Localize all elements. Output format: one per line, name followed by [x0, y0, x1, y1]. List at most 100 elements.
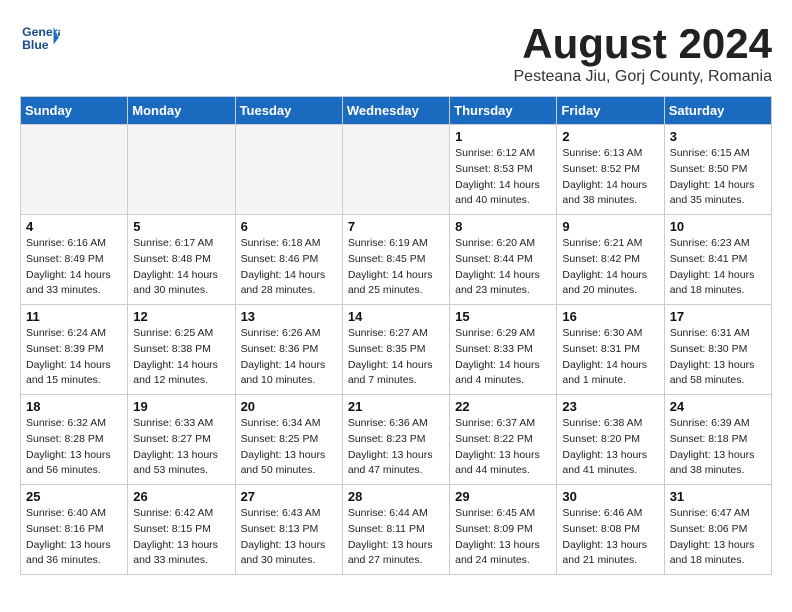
day-info: Sunrise: 6:29 AM Sunset: 8:33 PM Dayligh… — [455, 326, 551, 389]
day-number: 22 — [455, 399, 551, 414]
day-number: 14 — [348, 309, 444, 324]
day-number: 20 — [241, 399, 337, 414]
day-info: Sunrise: 6:12 AM Sunset: 8:53 PM Dayligh… — [455, 146, 551, 209]
calendar-cell: 10Sunrise: 6:23 AM Sunset: 8:41 PM Dayli… — [664, 215, 771, 305]
calendar-cell — [342, 125, 449, 215]
day-info: Sunrise: 6:20 AM Sunset: 8:44 PM Dayligh… — [455, 236, 551, 299]
calendar-cell: 22 Sunrise: 6:37 AM Sunset: 8:22 PM Dayli… — [450, 395, 557, 485]
calendar-day-header: Saturday — [664, 97, 771, 125]
calendar-cell: 25 Sunrise: 6:40 AM Sunset: 8:16 PM Dayli… — [21, 485, 128, 575]
calendar-body: 1Sunrise: 6:12 AM Sunset: 8:53 PM Daylig… — [21, 125, 772, 575]
calendar-cell: 27Sunrise: 6:43 AM Sunset: 8:13 PM Dayli… — [235, 485, 342, 575]
calendar-day-header: Tuesday — [235, 97, 342, 125]
day-number: 17 — [670, 309, 766, 324]
logo-icon: General Blue — [20, 20, 60, 55]
day-info: Sunrise: 6:27 AM Sunset: 8:35 PM Dayligh… — [348, 326, 444, 389]
calendar-cell: 11Sunrise: 6:24 AM Sunset: 8:39 PM Dayli… — [21, 305, 128, 395]
calendar-day-header: Thursday — [450, 97, 557, 125]
calendar-cell: 15 Sunrise: 6:29 AM Sunset: 8:33 PM Dayli… — [450, 305, 557, 395]
calendar-cell: 13 Sunrise: 6:26 AM Sunset: 8:36 PM Dayli… — [235, 305, 342, 395]
day-info: Sunrise: 6:34 AM Sunset: 8:25 PM Dayligh… — [241, 416, 337, 479]
day-number: 7 — [348, 219, 444, 234]
calendar-cell: 28 Sunrise: 6:44 AM Sunset: 8:11 PM Dayli… — [342, 485, 449, 575]
day-number: 3 — [670, 129, 766, 144]
day-info: Sunrise: 6:46 AM Sunset: 8:08 PM Dayligh… — [562, 506, 658, 569]
calendar-cell: 19Sunrise: 6:33 AM Sunset: 8:27 PM Dayli… — [128, 395, 235, 485]
calendar-cell: 2Sunrise: 6:13 AM Sunset: 8:52 PM Daylig… — [557, 125, 664, 215]
day-info: Sunrise: 6:31 AM Sunset: 8:30 PM Dayligh… — [670, 326, 766, 389]
day-number: 23 — [562, 399, 658, 414]
day-number: 13 — [241, 309, 337, 324]
day-info: Sunrise: 6:42 AM Sunset: 8:15 PM Dayligh… — [133, 506, 229, 569]
calendar-week-row: 4 Sunrise: 6:16 AM Sunset: 8:49 PM Daylig… — [21, 215, 772, 305]
day-number: 4 — [26, 219, 122, 234]
day-info: Sunrise: 6:16 AM Sunset: 8:49 PM Dayligh… — [26, 236, 122, 299]
calendar-day-header: Friday — [557, 97, 664, 125]
day-info: Sunrise: 6:25 AM Sunset: 8:38 PM Dayligh… — [133, 326, 229, 389]
calendar-cell: 14 Sunrise: 6:27 AM Sunset: 8:35 PM Dayli… — [342, 305, 449, 395]
calendar-cell: 18Sunrise: 6:32 AM Sunset: 8:28 PM Dayli… — [21, 395, 128, 485]
day-number: 16 — [562, 309, 658, 324]
day-number: 21 — [348, 399, 444, 414]
day-info: Sunrise: 6:24 AM Sunset: 8:39 PM Dayligh… — [26, 326, 122, 389]
day-number: 31 — [670, 489, 766, 504]
calendar-cell: 5 Sunrise: 6:17 AM Sunset: 8:48 PM Daylig… — [128, 215, 235, 305]
day-number: 28 — [348, 489, 444, 504]
title-block: August 2024 Pesteana Jiu, Gorj County, R… — [514, 20, 773, 86]
calendar-cell — [235, 125, 342, 215]
calendar-week-row: 25 Sunrise: 6:40 AM Sunset: 8:16 PM Dayli… — [21, 485, 772, 575]
calendar-cell: 7 Sunrise: 6:19 AM Sunset: 8:45 PM Daylig… — [342, 215, 449, 305]
day-info: Sunrise: 6:13 AM Sunset: 8:52 PM Dayligh… — [562, 146, 658, 209]
day-number: 12 — [133, 309, 229, 324]
day-info: Sunrise: 6:21 AM Sunset: 8:42 PM Dayligh… — [562, 236, 658, 299]
day-info: Sunrise: 6:44 AM Sunset: 8:11 PM Dayligh… — [348, 506, 444, 569]
day-info: Sunrise: 6:40 AM Sunset: 8:16 PM Dayligh… — [26, 506, 122, 569]
calendar-cell: 1Sunrise: 6:12 AM Sunset: 8:53 PM Daylig… — [450, 125, 557, 215]
day-info: Sunrise: 6:17 AM Sunset: 8:48 PM Dayligh… — [133, 236, 229, 299]
day-number: 15 — [455, 309, 551, 324]
calendar-week-row: 1Sunrise: 6:12 AM Sunset: 8:53 PM Daylig… — [21, 125, 772, 215]
day-info: Sunrise: 6:15 AM Sunset: 8:50 PM Dayligh… — [670, 146, 766, 209]
day-info: Sunrise: 6:30 AM Sunset: 8:31 PM Dayligh… — [562, 326, 658, 389]
day-number: 25 — [26, 489, 122, 504]
calendar-table: SundayMondayTuesdayWednesdayThursdayFrid… — [20, 96, 772, 575]
day-number: 6 — [241, 219, 337, 234]
day-number: 5 — [133, 219, 229, 234]
calendar-cell: 4 Sunrise: 6:16 AM Sunset: 8:49 PM Daylig… — [21, 215, 128, 305]
calendar-cell: 17 Sunrise: 6:31 AM Sunset: 8:30 PM Dayli… — [664, 305, 771, 395]
day-number: 9 — [562, 219, 658, 234]
day-info: Sunrise: 6:32 AM Sunset: 8:28 PM Dayligh… — [26, 416, 122, 479]
calendar-cell: 26 Sunrise: 6:42 AM Sunset: 8:15 PM Dayli… — [128, 485, 235, 575]
day-number: 8 — [455, 219, 551, 234]
calendar-cell — [21, 125, 128, 215]
day-info: Sunrise: 6:18 AM Sunset: 8:46 PM Dayligh… — [241, 236, 337, 299]
day-info: Sunrise: 6:36 AM Sunset: 8:23 PM Dayligh… — [348, 416, 444, 479]
day-info: Sunrise: 6:19 AM Sunset: 8:45 PM Dayligh… — [348, 236, 444, 299]
page-header: General Blue August 2024 Pesteana Jiu, G… — [20, 20, 772, 86]
day-info: Sunrise: 6:38 AM Sunset: 8:20 PM Dayligh… — [562, 416, 658, 479]
calendar-header-row: SundayMondayTuesdayWednesdayThursdayFrid… — [21, 97, 772, 125]
calendar-cell — [128, 125, 235, 215]
calendar-cell: 31 Sunrise: 6:47 AM Sunset: 8:06 PM Dayli… — [664, 485, 771, 575]
calendar-day-header: Monday — [128, 97, 235, 125]
calendar-cell: 21 Sunrise: 6:36 AM Sunset: 8:23 PM Dayli… — [342, 395, 449, 485]
calendar-week-row: 18Sunrise: 6:32 AM Sunset: 8:28 PM Dayli… — [21, 395, 772, 485]
location: Pesteana Jiu, Gorj County, Romania — [514, 68, 773, 86]
calendar-cell: 6 Sunrise: 6:18 AM Sunset: 8:46 PM Daylig… — [235, 215, 342, 305]
calendar-cell: 20 Sunrise: 6:34 AM Sunset: 8:25 PM Dayli… — [235, 395, 342, 485]
logo: General Blue — [20, 20, 60, 55]
calendar-day-header: Sunday — [21, 97, 128, 125]
calendar-cell: 16 Sunrise: 6:30 AM Sunset: 8:31 PM Dayli… — [557, 305, 664, 395]
calendar-cell: 23 Sunrise: 6:38 AM Sunset: 8:20 PM Dayli… — [557, 395, 664, 485]
day-info: Sunrise: 6:26 AM Sunset: 8:36 PM Dayligh… — [241, 326, 337, 389]
calendar-cell: 3 Sunrise: 6:15 AM Sunset: 8:50 PM Daylig… — [664, 125, 771, 215]
calendar-day-header: Wednesday — [342, 97, 449, 125]
day-info: Sunrise: 6:37 AM Sunset: 8:22 PM Dayligh… — [455, 416, 551, 479]
calendar-cell: 29 Sunrise: 6:45 AM Sunset: 8:09 PM Dayli… — [450, 485, 557, 575]
day-number: 29 — [455, 489, 551, 504]
day-info: Sunrise: 6:43 AM Sunset: 8:13 PM Dayligh… — [241, 506, 337, 569]
day-info: Sunrise: 6:47 AM Sunset: 8:06 PM Dayligh… — [670, 506, 766, 569]
calendar-week-row: 11Sunrise: 6:24 AM Sunset: 8:39 PM Dayli… — [21, 305, 772, 395]
day-number: 26 — [133, 489, 229, 504]
day-info: Sunrise: 6:45 AM Sunset: 8:09 PM Dayligh… — [455, 506, 551, 569]
